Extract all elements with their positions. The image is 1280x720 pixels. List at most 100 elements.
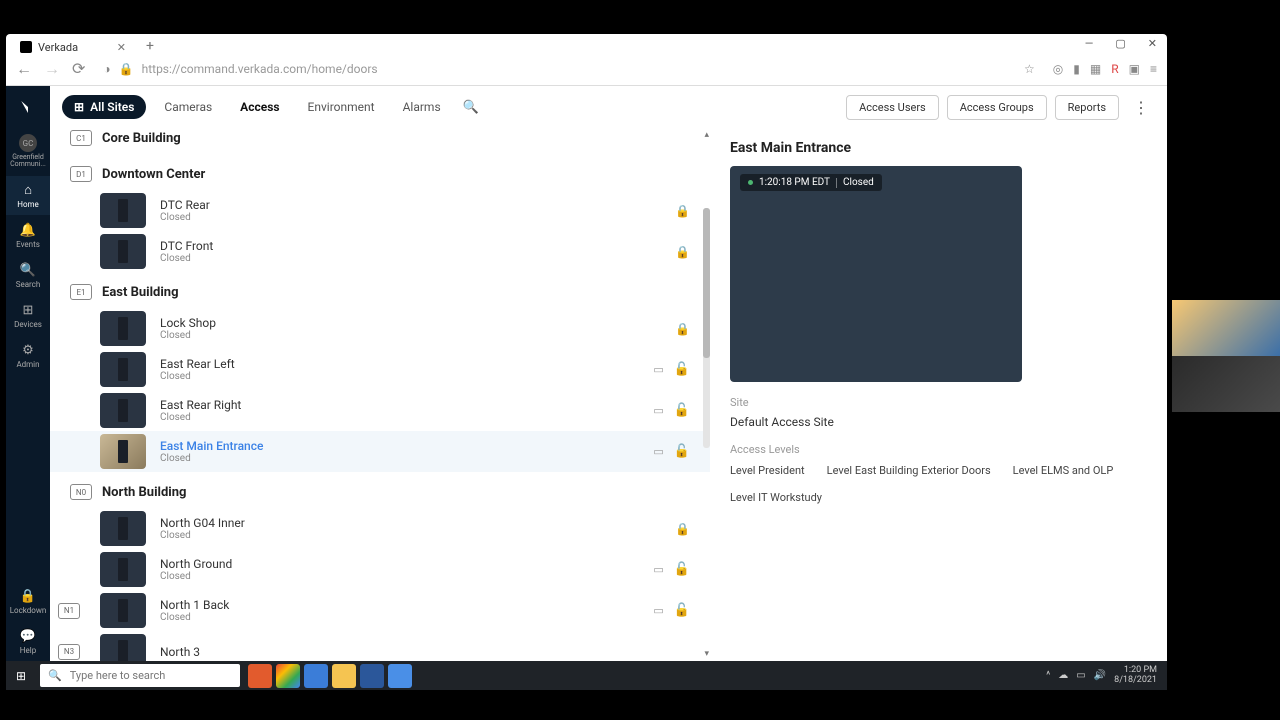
search-button[interactable]: 🔍 <box>459 96 483 119</box>
tab-environment[interactable]: Environment <box>298 95 385 119</box>
tray-network-icon[interactable]: ▭ <box>1076 670 1085 681</box>
group-header[interactable]: N0North Building <box>50 472 710 508</box>
door-name: North Ground <box>160 557 639 571</box>
unlock-icon[interactable]: 🔓 <box>674 562 690 577</box>
left-rail: GC Greenfield Communi... ⌂ Home 🔔 Events… <box>6 86 50 661</box>
door-row[interactable]: N3North 3 <box>50 631 710 661</box>
tray-clock[interactable]: 1:20 PM 8/18/2021 <box>1114 666 1157 686</box>
task-icon-5[interactable] <box>360 664 384 688</box>
access-groups-button[interactable]: Access Groups <box>947 95 1047 120</box>
door-row[interactable]: North G04 InnerClosed🔒 <box>50 508 710 549</box>
star-icon[interactable]: ☆ <box>1024 62 1035 76</box>
video-preview[interactable]: 1:20:18 PM EDT Closed <box>730 166 1022 382</box>
close-window-button[interactable]: ✕ <box>1144 37 1161 50</box>
task-icons <box>248 664 412 688</box>
ext-icon-1[interactable]: ◎ <box>1053 62 1063 76</box>
group-header[interactable]: D1Downtown Center <box>50 154 710 190</box>
door-row[interactable]: N1North 1 BackClosed▭🔓 <box>50 590 710 631</box>
group-header[interactable]: C1Core Building <box>50 128 710 154</box>
rail-devices[interactable]: ⊞ Devices <box>6 297 50 335</box>
access-level-item[interactable]: Level IT Workstudy <box>730 491 822 504</box>
rail-help[interactable]: 💬 Help <box>6 623 50 661</box>
site-label: Site <box>730 396 1147 409</box>
door-row[interactable]: East Main EntranceClosed▭🔓 <box>50 431 710 472</box>
scroll-down-icon[interactable]: ▾ <box>704 649 709 659</box>
card-reader-icon[interactable]: ▭ <box>653 604 663 617</box>
unlock-icon[interactable]: 🔓 <box>674 403 690 418</box>
door-row[interactable]: DTC RearClosed🔒 <box>50 190 710 231</box>
taskbar-search[interactable]: 🔍 Type here to search <box>40 664 240 687</box>
rail-admin[interactable]: ⚙ Admin <box>6 337 50 375</box>
gear-icon: ⚙ <box>22 343 34 358</box>
brand-logo[interactable] <box>15 94 41 120</box>
minimize-button[interactable]: — <box>1081 37 1098 50</box>
forward-button[interactable]: → <box>44 59 60 79</box>
menu-icon[interactable]: ≡ <box>1150 62 1157 76</box>
door-actions: 🔒 <box>675 522 690 536</box>
door-status: Closed <box>160 412 639 423</box>
door-thumbnail <box>100 511 146 546</box>
unlock-icon[interactable]: 🔓 <box>674 362 690 377</box>
back-button[interactable]: ← <box>16 59 32 79</box>
url-input[interactable]: ◑ 🔒 https://command.verkada.com/home/doo… <box>95 62 1042 76</box>
access-level-item[interactable]: Level President <box>730 464 805 477</box>
task-icon-2[interactable] <box>276 664 300 688</box>
task-icon-6[interactable] <box>388 664 412 688</box>
scroll-up-icon[interactable]: ▴ <box>704 130 709 140</box>
door-list[interactable]: ▴ ▾ C1Core BuildingD1Downtown CenterDTC … <box>50 128 710 661</box>
door-row[interactable]: North GroundClosed▭🔓 <box>50 549 710 590</box>
door-info: DTC FrontClosed <box>160 239 661 264</box>
access-level-item[interactable]: Level East Building Exterior Doors <box>827 464 991 477</box>
door-status: Closed <box>160 371 639 382</box>
close-tab-button[interactable]: ✕ <box>117 41 126 54</box>
door-status: Closed <box>160 212 661 223</box>
more-menu-button[interactable]: ⋮ <box>1127 98 1155 117</box>
card-reader-icon[interactable]: ▭ <box>653 363 663 376</box>
reports-button[interactable]: Reports <box>1055 95 1119 120</box>
tray-cloud-icon[interactable]: ☁ <box>1058 670 1068 681</box>
ext-icon-4[interactable]: R <box>1111 62 1118 76</box>
ext-icon-3[interactable]: ▦ <box>1090 62 1101 76</box>
card-reader-icon[interactable]: ▭ <box>653 563 663 576</box>
rail-home[interactable]: ⌂ Home <box>6 176 50 215</box>
tray-speaker-icon[interactable]: 🔊 <box>1094 670 1106 681</box>
card-reader-icon[interactable]: ▭ <box>653 445 663 458</box>
door-row[interactable]: Lock ShopClosed🔒 <box>50 308 710 349</box>
tab-alarms[interactable]: Alarms <box>393 95 451 119</box>
door-actions: ▭🔓 <box>653 362 690 377</box>
unlock-icon[interactable]: 🔓 <box>674 444 690 459</box>
door-row[interactable]: DTC FrontClosed 🔒 <box>50 231 710 272</box>
group-header[interactable]: E1East Building <box>50 272 710 308</box>
tab-access[interactable]: Access <box>230 95 289 119</box>
rail-org[interactable]: GC Greenfield Communi... <box>6 128 50 174</box>
new-tab-button[interactable]: + <box>146 38 154 54</box>
scrollbar-track[interactable] <box>703 208 710 448</box>
start-button[interactable]: ⊞ <box>6 661 36 690</box>
tab-cameras[interactable]: Cameras <box>154 95 222 119</box>
task-icon-1[interactable] <box>248 664 272 688</box>
door-row[interactable]: East Rear RightClosed▭🔓 <box>50 390 710 431</box>
door-row[interactable]: East Rear LeftClosed▭🔓 <box>50 349 710 390</box>
task-icon-3[interactable] <box>304 664 328 688</box>
door-actions: 🔒 <box>675 245 690 259</box>
tray-chevron-icon[interactable]: ^ <box>1046 670 1050 681</box>
scrollbar-thumb[interactable] <box>703 208 710 358</box>
card-reader-icon[interactable]: ▭ <box>653 404 663 417</box>
maximize-button[interactable]: ▢ <box>1111 37 1129 50</box>
browser-tab[interactable]: Verkada ✕ <box>12 34 134 60</box>
favicon-icon <box>20 41 32 53</box>
rail-devices-label: Devices <box>14 320 42 329</box>
access-users-button[interactable]: Access Users <box>846 95 939 120</box>
door-actions: 🔒 <box>675 322 690 336</box>
unlock-icon[interactable]: 🔓 <box>674 603 690 618</box>
ext-icon-2[interactable]: ▮ <box>1073 62 1080 76</box>
rail-lockdown[interactable]: 🔒 Lockdown <box>6 583 50 621</box>
door-status: Closed <box>160 453 639 464</box>
access-level-item[interactable]: Level ELMS and OLP <box>1013 464 1114 477</box>
site-selector[interactable]: ⊞ All Sites <box>62 95 146 119</box>
ext-icon-5[interactable]: ▣ <box>1129 62 1140 76</box>
task-icon-4[interactable] <box>332 664 356 688</box>
rail-search[interactable]: 🔍 Search <box>6 257 50 295</box>
rail-events[interactable]: 🔔 Events <box>6 217 50 255</box>
reload-button[interactable]: ⟳ <box>72 59 85 79</box>
